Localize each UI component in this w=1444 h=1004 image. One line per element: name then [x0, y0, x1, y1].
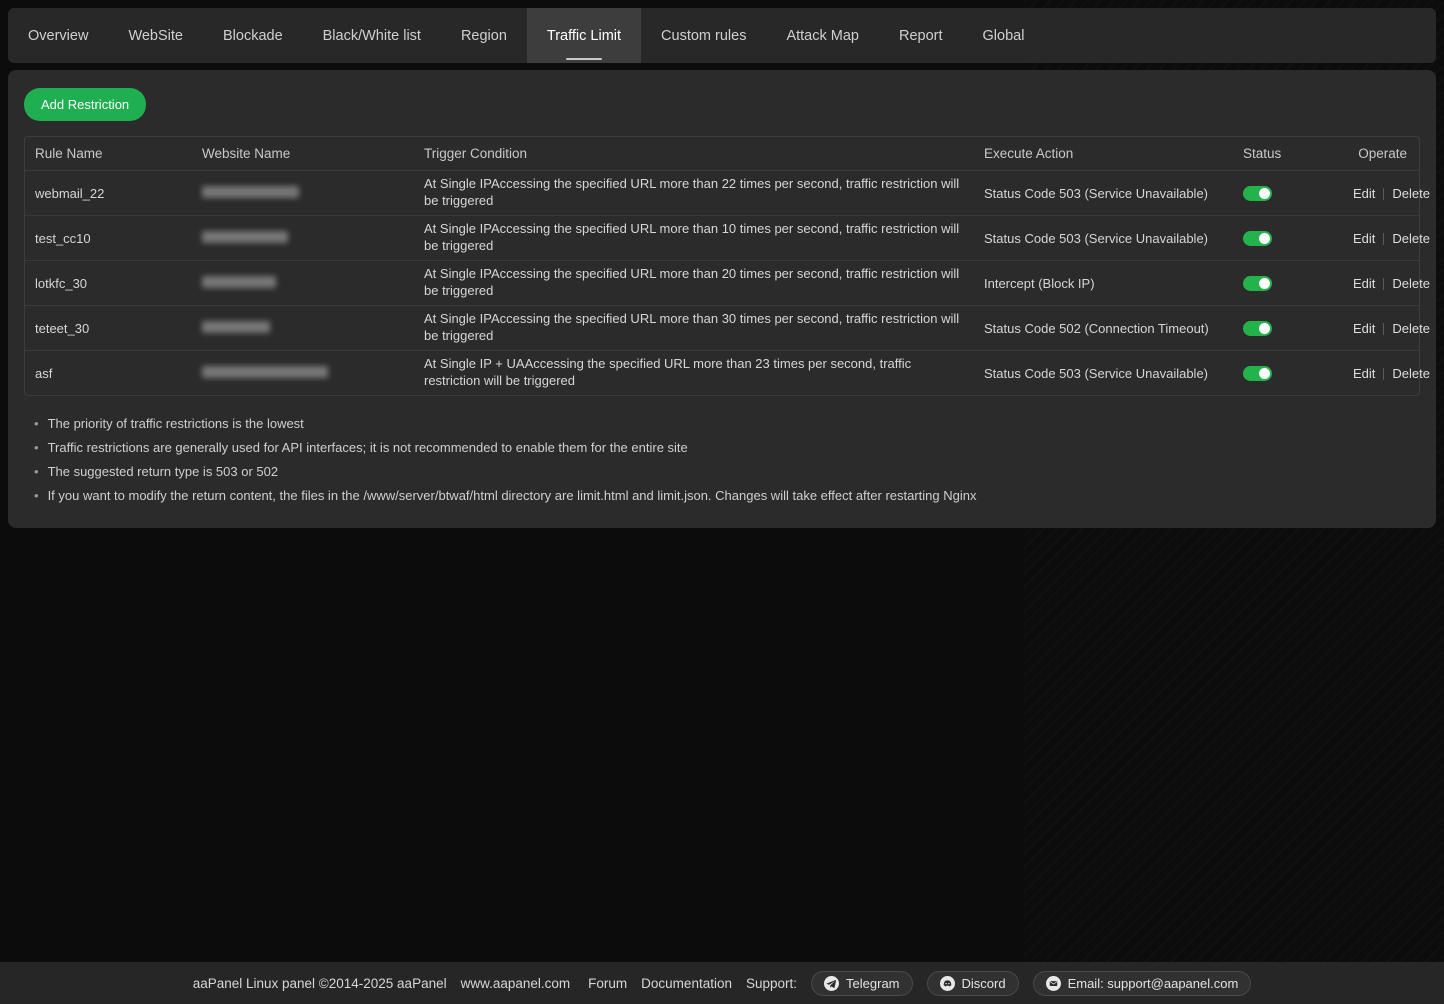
edit-link[interactable]: Edit [1353, 366, 1375, 381]
header-operate: Operate [1343, 142, 1419, 165]
tab-attack-map[interactable]: Attack Map [766, 8, 879, 63]
status-toggle[interactable] [1243, 276, 1272, 291]
toggle-knob [1259, 233, 1270, 244]
edit-link[interactable]: Edit [1353, 321, 1375, 336]
edit-link[interactable]: Edit [1353, 186, 1375, 201]
note-item: Traffic restrictions are generally used … [34, 436, 1420, 460]
operate-divider [1383, 188, 1384, 200]
table-row: lotkfc_30 At Single IPAccessing the spec… [25, 260, 1419, 305]
operate-divider [1383, 323, 1384, 335]
table-row: test_cc10 At Single IPAccessing the spec… [25, 215, 1419, 260]
trigger-condition: At Single IP + UAAccessing the specified… [414, 352, 974, 394]
execute-action: Status Code 503 (Service Unavailable) [974, 362, 1233, 385]
execute-action: Status Code 503 (Service Unavailable) [974, 182, 1233, 205]
telegram-label: Telegram [846, 976, 899, 991]
tab-global[interactable]: Global [963, 8, 1045, 63]
operate-divider [1383, 368, 1384, 380]
table-row: teteet_30 At Single IPAccessing the spec… [25, 305, 1419, 350]
trigger-condition: At Single IPAccessing the specified URL … [414, 217, 974, 259]
discord-icon [940, 976, 955, 991]
status-toggle[interactable] [1243, 321, 1272, 336]
footer: aaPanel Linux panel ©2014-2025 aaPanel w… [0, 962, 1444, 1004]
header-website-name: Website Name [192, 142, 414, 165]
header-status: Status [1233, 142, 1343, 165]
rule-name: webmail_22 [25, 182, 192, 205]
documentation-link[interactable]: Documentation [641, 976, 732, 991]
tab-website[interactable]: WebSite [108, 8, 203, 63]
execute-action: Status Code 503 (Service Unavailable) [974, 227, 1233, 250]
blurred-website-name [202, 366, 328, 378]
execute-action: Intercept (Block IP) [974, 272, 1233, 295]
blurred-website-name [202, 321, 270, 333]
email-label: Email: support@aapanel.com [1068, 976, 1239, 991]
rule-name: lotkfc_30 [25, 272, 192, 295]
delete-link[interactable]: Delete [1392, 321, 1430, 336]
header-execute-action: Execute Action [974, 142, 1233, 165]
blurred-website-name [202, 186, 299, 198]
page-container: Overview WebSite Blockade Black/White li… [0, 0, 1444, 536]
tab-traffic-limit[interactable]: Traffic Limit [527, 8, 641, 63]
note-item: The priority of traffic restrictions is … [34, 412, 1420, 436]
toggle-knob [1259, 323, 1270, 334]
trigger-condition: At Single IPAccessing the specified URL … [414, 172, 974, 214]
tab-region[interactable]: Region [441, 8, 527, 63]
toggle-knob [1259, 188, 1270, 199]
toggle-knob [1259, 278, 1270, 289]
blurred-website-name [202, 231, 288, 243]
forum-link[interactable]: Forum [588, 976, 627, 991]
email-button[interactable]: Email: support@aapanel.com [1033, 971, 1252, 996]
telegram-button[interactable]: Telegram [811, 971, 912, 996]
trigger-condition: At Single IPAccessing the specified URL … [414, 262, 974, 304]
edit-link[interactable]: Edit [1353, 276, 1375, 291]
header-trigger-condition: Trigger Condition [414, 141, 974, 167]
add-restriction-button[interactable]: Add Restriction [24, 88, 146, 121]
trigger-condition: At Single IPAccessing the specified URL … [414, 307, 974, 349]
operate-divider [1383, 233, 1384, 245]
status-toggle[interactable] [1243, 186, 1272, 201]
support-label: Support: [746, 976, 797, 991]
telegram-icon [824, 976, 839, 991]
tab-black-white-list[interactable]: Black/White list [303, 8, 441, 63]
rule-name: teteet_30 [25, 317, 192, 340]
delete-link[interactable]: Delete [1392, 231, 1430, 246]
delete-link[interactable]: Delete [1392, 186, 1430, 201]
status-toggle[interactable] [1243, 366, 1272, 381]
rule-name: test_cc10 [25, 227, 192, 250]
header-rule-name: Rule Name [25, 142, 192, 165]
delete-link[interactable]: Delete [1392, 366, 1430, 381]
tab-blockade[interactable]: Blockade [203, 8, 303, 63]
top-navigation: Overview WebSite Blockade Black/White li… [8, 8, 1436, 63]
copyright-text: aaPanel Linux panel ©2014-2025 aaPanel [193, 976, 447, 991]
execute-action: Status Code 502 (Connection Timeout) [974, 317, 1233, 340]
delete-link[interactable]: Delete [1392, 276, 1430, 291]
toggle-knob [1259, 368, 1270, 379]
discord-label: Discord [962, 976, 1006, 991]
note-item: The suggested return type is 503 or 502 [34, 460, 1420, 484]
table-row: asf At Single IP + UAAccessing the speci… [25, 350, 1419, 395]
tab-overview[interactable]: Overview [8, 8, 108, 63]
tab-custom-rules[interactable]: Custom rules [641, 8, 766, 63]
status-toggle[interactable] [1243, 231, 1272, 246]
discord-button[interactable]: Discord [927, 971, 1019, 996]
table-row: webmail_22 At Single IPAccessing the spe… [25, 170, 1419, 215]
operate-divider [1383, 278, 1384, 290]
website-link[interactable]: www.aapanel.com [461, 976, 571, 991]
tab-report[interactable]: Report [879, 8, 963, 63]
rules-table: Rule Name Website Name Trigger Condition… [24, 136, 1420, 396]
table-header-row: Rule Name Website Name Trigger Condition… [25, 137, 1419, 170]
rule-name: asf [25, 362, 192, 385]
email-icon [1046, 976, 1061, 991]
edit-link[interactable]: Edit [1353, 231, 1375, 246]
blurred-website-name [202, 276, 276, 288]
note-item: If you want to modify the return content… [34, 484, 1420, 508]
traffic-limit-panel: Add Restriction Rule Name Website Name T… [8, 70, 1436, 528]
notes-list: The priority of traffic restrictions is … [24, 412, 1420, 508]
